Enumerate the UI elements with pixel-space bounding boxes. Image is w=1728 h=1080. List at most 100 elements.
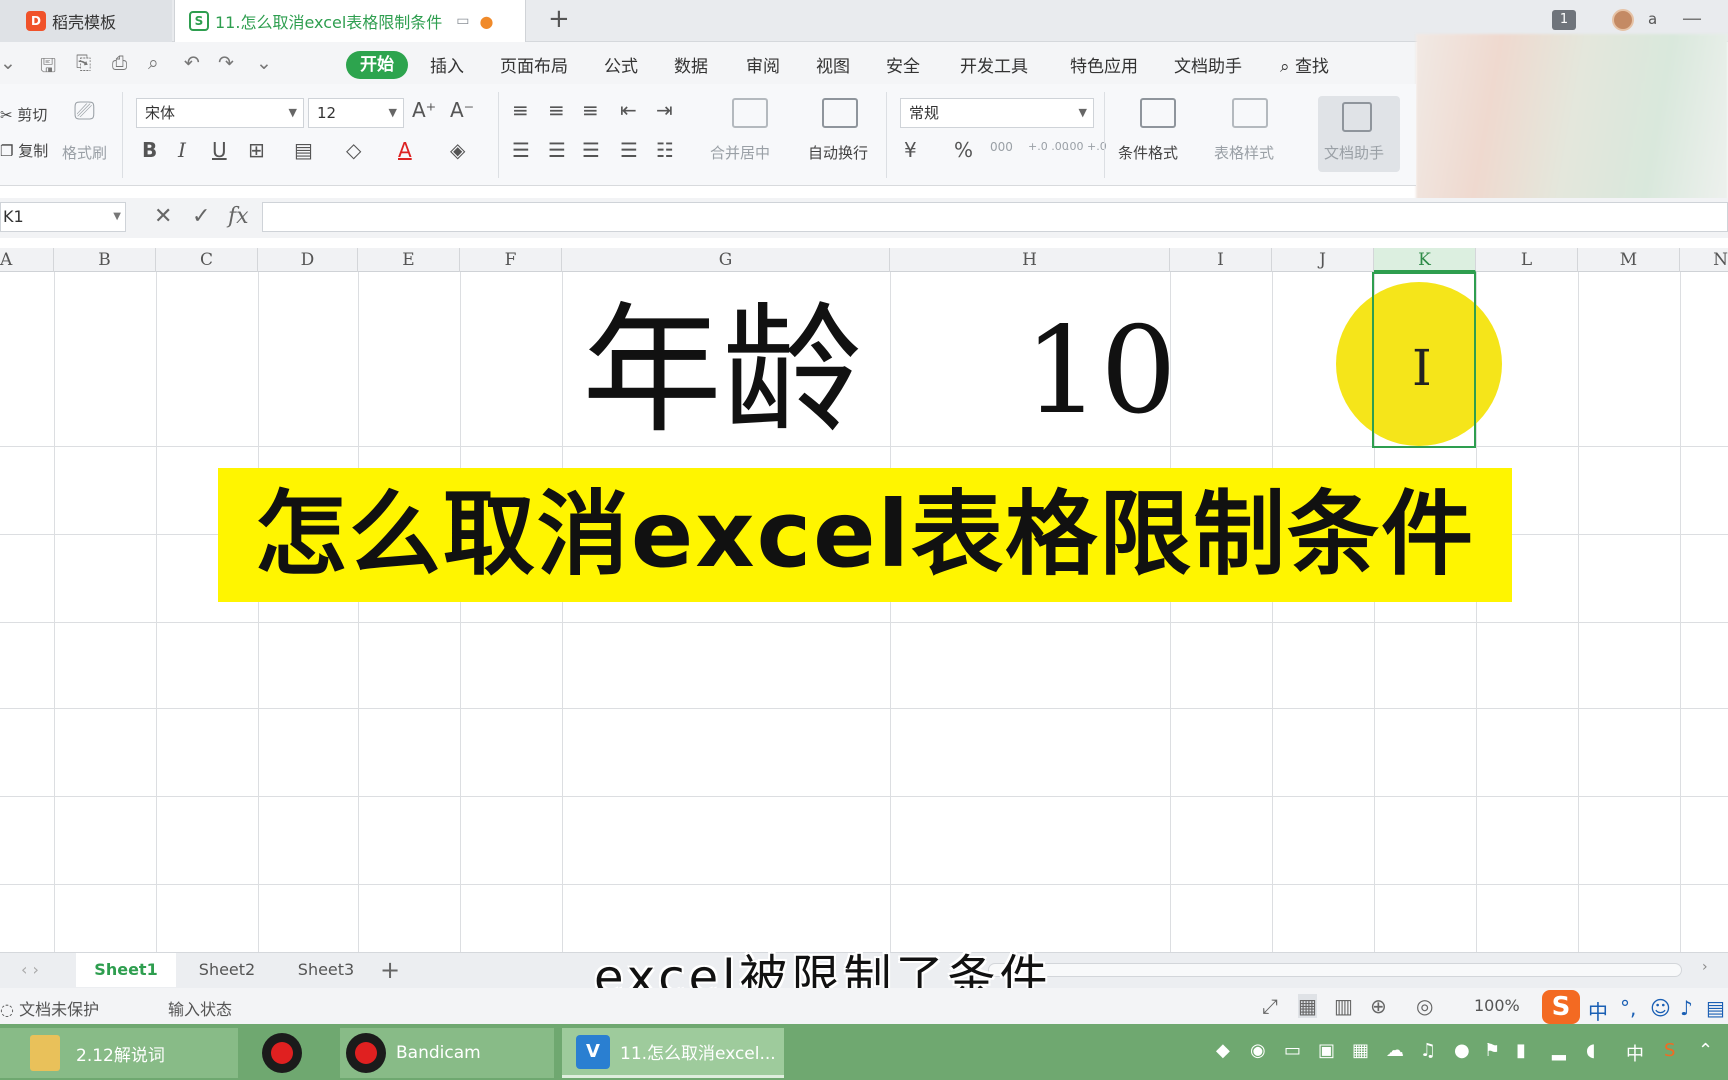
minimize-icon[interactable]: — (1682, 6, 1702, 30)
menu-special-apps[interactable]: 特色应用 (1070, 52, 1138, 77)
record-tray-icon[interactable]: ◉ (1250, 1040, 1266, 1061)
search-button[interactable]: ⌕ 查找 (1280, 52, 1329, 77)
currency-icon[interactable]: ¥ (904, 138, 917, 162)
menu-security[interactable]: 安全 (886, 52, 920, 77)
user-name[interactable]: a (1648, 10, 1657, 28)
scroll-right-icon[interactable]: › (1702, 959, 1708, 975)
redo-icon[interactable]: ↷ (218, 52, 234, 74)
cell-g1-label[interactable]: 年龄 (582, 292, 862, 452)
menu-page-layout[interactable]: 页面布局 (500, 52, 568, 77)
sheet-tab-3[interactable]: Sheet3 (278, 953, 374, 987)
taskbar-folder[interactable]: 2.12解说词 (0, 1028, 238, 1078)
preview-icon[interactable]: ⌕ (148, 52, 159, 74)
border-icon[interactable]: ⊞ (248, 138, 265, 162)
avatar[interactable] (1612, 9, 1634, 31)
copy-button[interactable]: ❐ 复制 (0, 140, 48, 161)
sheet-nav-icon[interactable]: ‹ › (0, 953, 60, 987)
screen-icon[interactable]: ▣ (1318, 1040, 1335, 1061)
notification-badge[interactable]: 1 (1552, 10, 1576, 30)
name-box[interactable]: K1 ▼ (0, 202, 126, 232)
taskbar-bandicam[interactable]: Bandicam (340, 1028, 554, 1078)
monitor-tray-icon[interactable]: ▦ (1352, 1040, 1369, 1061)
format-painter-label[interactable]: 格式刷 (62, 142, 107, 163)
undo-icon[interactable]: ↶ (184, 52, 200, 74)
new-tab-button[interactable]: + (548, 4, 570, 34)
column-header-k[interactable]: K (1374, 248, 1476, 272)
align-left-icon[interactable]: ☰ (512, 138, 530, 162)
align-bottom-icon[interactable]: ≡ (582, 98, 599, 122)
add-sheet-button[interactable]: + (380, 953, 400, 987)
ime-emoji-icon[interactable]: ☺ (1650, 996, 1671, 1020)
grow-font-button[interactable]: A⁺ (412, 98, 436, 122)
display-icon[interactable]: ▭ (1284, 1040, 1301, 1061)
battery-icon[interactable]: ▮ (1516, 1040, 1526, 1061)
cloud-icon[interactable]: ☁ (1386, 1040, 1404, 1061)
menu-formulas[interactable]: 公式 (604, 52, 638, 77)
italic-button[interactable]: I (178, 138, 186, 162)
column-header-d[interactable]: D (258, 248, 358, 272)
menu-insert[interactable]: 插入 (430, 52, 464, 77)
page-break-view-icon[interactable]: ▥ (1334, 994, 1353, 1018)
ime-language[interactable]: 中 (1588, 996, 1608, 1025)
confirm-icon[interactable]: ✓ (192, 204, 210, 229)
column-header-b[interactable]: B (54, 248, 156, 272)
reading-layout-icon[interactable]: ⊕ (1370, 994, 1387, 1018)
cancel-icon[interactable]: ✕ (154, 204, 172, 229)
decrease-decimal-button[interactable]: .00 +.0 (1066, 140, 1107, 153)
insert-function-button[interactable]: fx (228, 204, 249, 229)
column-header-l[interactable]: L (1476, 248, 1578, 272)
cell-h1-value[interactable]: 10 (1024, 292, 1177, 452)
tab-document[interactable]: S 11.怎么取消excel表格限制条件 ▭ ● (174, 0, 526, 42)
horizontal-scrollbar[interactable] (988, 963, 1682, 977)
font-color-button[interactable]: A (398, 138, 412, 162)
sogou-ime-icon[interactable]: S (1542, 990, 1580, 1024)
menu-review[interactable]: 审阅 (746, 52, 780, 77)
column-header-m[interactable]: M (1578, 248, 1680, 272)
customize-icon[interactable]: ⌄ (256, 52, 272, 74)
normal-view-icon[interactable]: ▦ (1298, 994, 1317, 1018)
column-header-a[interactable]: A (0, 248, 54, 272)
signal-icon[interactable]: ▂ (1552, 1040, 1566, 1061)
column-header-i[interactable]: I (1170, 248, 1272, 272)
tab-docer-templates[interactable]: D 稻壳模板 (0, 0, 172, 42)
indent-increase-icon[interactable]: ⇥ (656, 98, 673, 122)
ime-voice-icon[interactable]: ♪ (1680, 996, 1693, 1020)
doc-assistant-button[interactable]: 文档助手 (1318, 96, 1400, 172)
justify-icon[interactable]: ☰ (620, 138, 638, 162)
number-format-select[interactable]: 常规 ▼ (900, 98, 1094, 128)
ime-punctuation[interactable]: °, (1620, 996, 1636, 1020)
menu-developer[interactable]: 开发工具 (960, 52, 1028, 77)
menu-data[interactable]: 数据 (674, 52, 708, 77)
shield-tray-icon[interactable]: ● (1454, 1040, 1470, 1061)
table-style-icon[interactable] (1232, 98, 1268, 128)
flag-icon[interactable]: ⚑ (1484, 1040, 1500, 1061)
menu-view[interactable]: 视图 (816, 52, 850, 77)
increase-decimal-button[interactable]: +.0 .00 (1028, 140, 1069, 153)
save-icon[interactable]: 🖫 (40, 52, 56, 84)
export-icon[interactable]: ⎘ (76, 52, 91, 74)
shrink-font-button[interactable]: A⁻ (450, 98, 474, 122)
percent-button[interactable]: % (954, 138, 973, 162)
bold-button[interactable]: B (142, 138, 157, 162)
indent-decrease-icon[interactable]: ⇤ (620, 98, 637, 122)
taskbar-record[interactable] (262, 1028, 310, 1078)
conditional-format-label[interactable]: 条件格式 (1118, 142, 1178, 163)
fill-color-icon[interactable]: ◇ (346, 138, 361, 162)
menu-doc-assistant[interactable]: 文档助手 (1174, 52, 1242, 77)
network-app-icon[interactable]: ◆ (1216, 1040, 1230, 1061)
menu-dropdown-icon[interactable]: ⌄ (0, 52, 16, 74)
show-hidden-icon[interactable]: ⌃ (1698, 1040, 1713, 1061)
distribute-icon[interactable]: ☷ (656, 138, 674, 162)
sheet-tab-1[interactable]: Sheet1 (76, 953, 176, 987)
column-header-j[interactable]: J (1272, 248, 1374, 272)
align-right-icon[interactable]: ☰ (582, 138, 600, 162)
speaker-icon[interactable]: ◖ (1586, 1040, 1595, 1061)
font-size-select[interactable]: 12 ▼ (308, 98, 404, 128)
align-center-icon[interactable]: ☰ (548, 138, 566, 162)
eraser-icon[interactable]: ◈ (450, 138, 465, 162)
format-painter-icon[interactable]: ⎚ (74, 96, 95, 127)
cut-button[interactable]: ✂ 剪切 (0, 104, 47, 125)
fullscreen-icon[interactable]: ⤢ (1262, 994, 1278, 1018)
ime-keyboard-icon[interactable]: ▤ (1706, 996, 1725, 1020)
taskbar-wps[interactable]: V 11.怎么取消excel... (562, 1028, 784, 1078)
